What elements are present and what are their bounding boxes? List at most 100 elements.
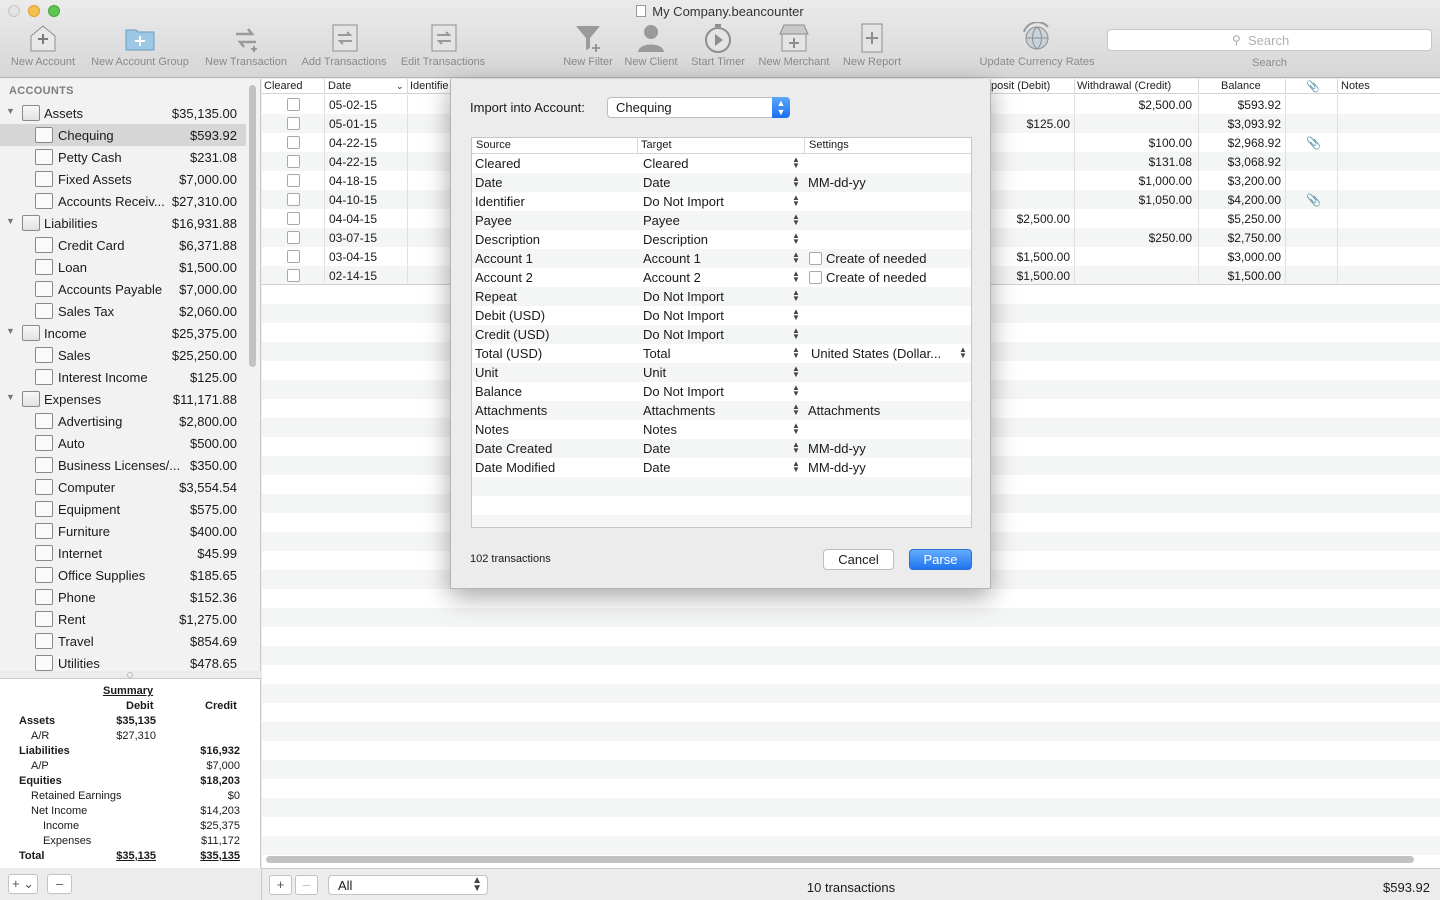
popup-arrows-icon[interactable]: ▲ ▼ <box>792 270 800 284</box>
import-account-popup[interactable]: Chequing ▲ ▼ <box>607 97 790 118</box>
mapping-target-popup[interactable]: Account 1 <box>643 251 701 266</box>
paperclip-icon[interactable]: 📎 <box>1306 193 1321 207</box>
sidebar-scrollbar[interactable] <box>249 85 256 367</box>
popup-arrows-icon[interactable]: ▲ ▼ <box>792 384 800 398</box>
cleared-checkbox[interactable] <box>287 212 300 225</box>
search-field[interactable]: ⚲ <box>1107 29 1432 51</box>
mapping-target-popup[interactable]: Attachments <box>643 403 715 418</box>
cleared-checkbox[interactable] <box>287 250 300 263</box>
account-auto[interactable]: Auto $500.00 <box>0 432 246 454</box>
mapping-row[interactable]: Account 1 Account 1 ▲ ▼ Create of needed <box>472 249 971 268</box>
account-furniture[interactable]: Furniture $400.00 <box>0 520 246 542</box>
mapping-target-popup[interactable]: Date <box>643 460 670 475</box>
popup-arrows-icon[interactable]: ▲ ▼ <box>792 346 800 360</box>
account-sales-tax[interactable]: Sales Tax $2,060.00 <box>0 300 246 322</box>
mapping-row[interactable]: Identifier Do Not Import ▲ ▼ <box>472 192 971 211</box>
account-computer[interactable]: Computer $3,554.54 <box>0 476 246 498</box>
mapping-row[interactable]: Notes Notes ▲ ▼ <box>472 420 971 439</box>
popup-arrows-icon[interactable]: ▲ ▼ <box>792 327 800 341</box>
account-equipment[interactable]: Equipment $575.00 <box>0 498 246 520</box>
popup-arrows-icon[interactable]: ▲ ▼ <box>792 460 800 474</box>
cleared-checkbox[interactable] <box>287 136 300 149</box>
account-group-expenses[interactable]: ▼ Expenses $11,171.88 <box>0 388 246 410</box>
account-advertising[interactable]: Advertising $2,800.00 <box>0 410 246 432</box>
mapping-row[interactable]: Date Modified Date ▲ ▼ MM-dd-yy <box>472 458 971 477</box>
popup-arrows-icon[interactable]: ▲ ▼ <box>792 441 800 455</box>
paperclip-icon[interactable]: 📎 <box>1306 136 1321 150</box>
popup-arrows-icon[interactable]: ▲ ▼ <box>792 156 800 170</box>
account-petty-cash[interactable]: Petty Cash $231.08 <box>0 146 246 168</box>
add-account-menu-button[interactable]: + ⌄ <box>8 874 38 894</box>
mapping-target-popup[interactable]: Do Not Import <box>643 194 724 209</box>
new-transaction-button[interactable]: New Transaction <box>201 22 291 74</box>
mapping-target-popup[interactable]: Description <box>643 232 708 247</box>
column-header-identifier[interactable]: Identifie <box>410 80 449 92</box>
mapping-target-popup[interactable]: Cleared <box>643 156 689 171</box>
mapping-target-popup[interactable]: Do Not Import <box>643 327 724 342</box>
mapping-target-popup[interactable]: Account 2 <box>643 270 701 285</box>
popup-arrows-icon[interactable]: ▲ ▼ <box>792 365 800 379</box>
account-office-supplies[interactable]: Office Supplies $185.65 <box>0 564 246 586</box>
new-report-button[interactable]: New Report <box>840 22 904 74</box>
disclosure-triangle-icon[interactable]: ▼ <box>6 106 15 116</box>
disclosure-triangle-icon[interactable]: ▼ <box>6 326 15 336</box>
mapping-setting[interactable]: MM-dd-yy <box>808 460 866 475</box>
update-currency-rates-button[interactable]: Update Currency Rates <box>973 22 1101 74</box>
account-business-licenses[interactable]: Business Licenses/... $350.00 <box>0 454 246 476</box>
mapping-row[interactable]: Cleared Cleared ▲ ▼ <box>472 154 971 173</box>
mapping-target-popup[interactable]: Notes <box>643 422 677 437</box>
new-account-button[interactable]: New Account <box>8 22 78 74</box>
currency-popup[interactable]: United States (Dollar... <box>811 346 941 361</box>
mapping-row[interactable]: Attachments Attachments ▲ ▼ Attachments <box>472 401 971 420</box>
popup-arrows-icon[interactable]: ▲ ▼ <box>792 422 800 436</box>
disclosure-triangle-icon[interactable]: ▼ <box>6 392 15 402</box>
popup-arrows-icon[interactable]: ▲ ▼ <box>792 213 800 227</box>
new-merchant-button[interactable]: New Merchant <box>755 22 833 74</box>
mapping-row[interactable]: Payee Payee ▲ ▼ <box>472 211 971 230</box>
account-fixed-assets[interactable]: Fixed Assets $7,000.00 <box>0 168 246 190</box>
account-rent[interactable]: Rent $1,275.00 <box>0 608 246 630</box>
cleared-checkbox[interactable] <box>287 231 300 244</box>
remove-account-button[interactable]: – <box>47 874 72 894</box>
account-accounts-payable[interactable]: Accounts Payable $7,000.00 <box>0 278 246 300</box>
new-client-button[interactable]: New Client <box>622 22 680 74</box>
mapping-row[interactable]: Total (USD) Total ▲ ▼ United States (Dollar.… <box>472 344 971 363</box>
account-loan[interactable]: Loan $1,500.00 <box>0 256 246 278</box>
mapping-row[interactable]: Repeat Do Not Import ▲ ▼ <box>472 287 971 306</box>
account-internet[interactable]: Internet $45.99 <box>0 542 246 564</box>
account-sales[interactable]: Sales $25,250.00 <box>0 344 246 366</box>
account-utilities[interactable]: Utilities $478.65 <box>0 652 246 671</box>
account-group-assets[interactable]: ▼ Assets $35,135.00 <box>0 102 246 124</box>
column-header-balance[interactable]: Balance <box>1221 80 1261 92</box>
cleared-checkbox[interactable] <box>287 155 300 168</box>
column-header-date[interactable]: Date <box>328 80 351 92</box>
popup-arrows-icon[interactable]: ▲ ▼ <box>792 251 800 265</box>
column-header-withdrawal[interactable]: Withdrawal (Credit) <box>1077 80 1171 92</box>
mapping-row[interactable]: Account 2 Account 2 ▲ ▼ Create of needed <box>472 268 971 287</box>
disclosure-triangle-icon[interactable]: ▼ <box>6 216 15 226</box>
account-group-liabilities[interactable]: ▼ Liabilities $16,931.88 <box>0 212 246 234</box>
mapping-setting[interactable]: MM-dd-yy <box>808 441 866 456</box>
cleared-checkbox[interactable] <box>287 193 300 206</box>
add-transactions-button[interactable]: Add Transactions <box>297 22 391 74</box>
edit-transactions-button[interactable]: Edit Transactions <box>396 22 490 74</box>
mapping-row[interactable]: Unit Unit ▲ ▼ <box>472 363 971 382</box>
column-header-cleared[interactable]: Cleared <box>264 80 303 92</box>
mapping-row[interactable]: Credit (USD) Do Not Import ▲ ▼ <box>472 325 971 344</box>
mapping-target-popup[interactable]: Unit <box>643 365 666 380</box>
column-header-notes[interactable]: Notes <box>1341 80 1370 92</box>
column-header-deposit[interactable]: posit (Debit) <box>991 80 1050 92</box>
cancel-button[interactable]: Cancel <box>823 549 894 570</box>
start-timer-button[interactable]: Start Timer <box>687 22 749 74</box>
popup-arrows-icon[interactable]: ▲ ▼ <box>792 289 800 303</box>
popup-arrows-icon[interactable]: ▲ ▼ <box>959 346 967 360</box>
account-chequing[interactable]: Chequing $593.92 <box>0 124 246 146</box>
cleared-checkbox[interactable] <box>287 269 300 282</box>
account-accounts-receivable[interactable]: Accounts Receiv... $27,310.00 <box>0 190 246 212</box>
popup-arrows-icon[interactable]: ▲ ▼ <box>792 232 800 246</box>
cleared-checkbox[interactable] <box>287 174 300 187</box>
new-filter-button[interactable]: New Filter <box>560 22 616 74</box>
account-interest-income[interactable]: Interest Income $125.00 <box>0 366 246 388</box>
mapping-target-popup[interactable]: Payee <box>643 213 680 228</box>
cleared-checkbox[interactable] <box>287 98 300 111</box>
